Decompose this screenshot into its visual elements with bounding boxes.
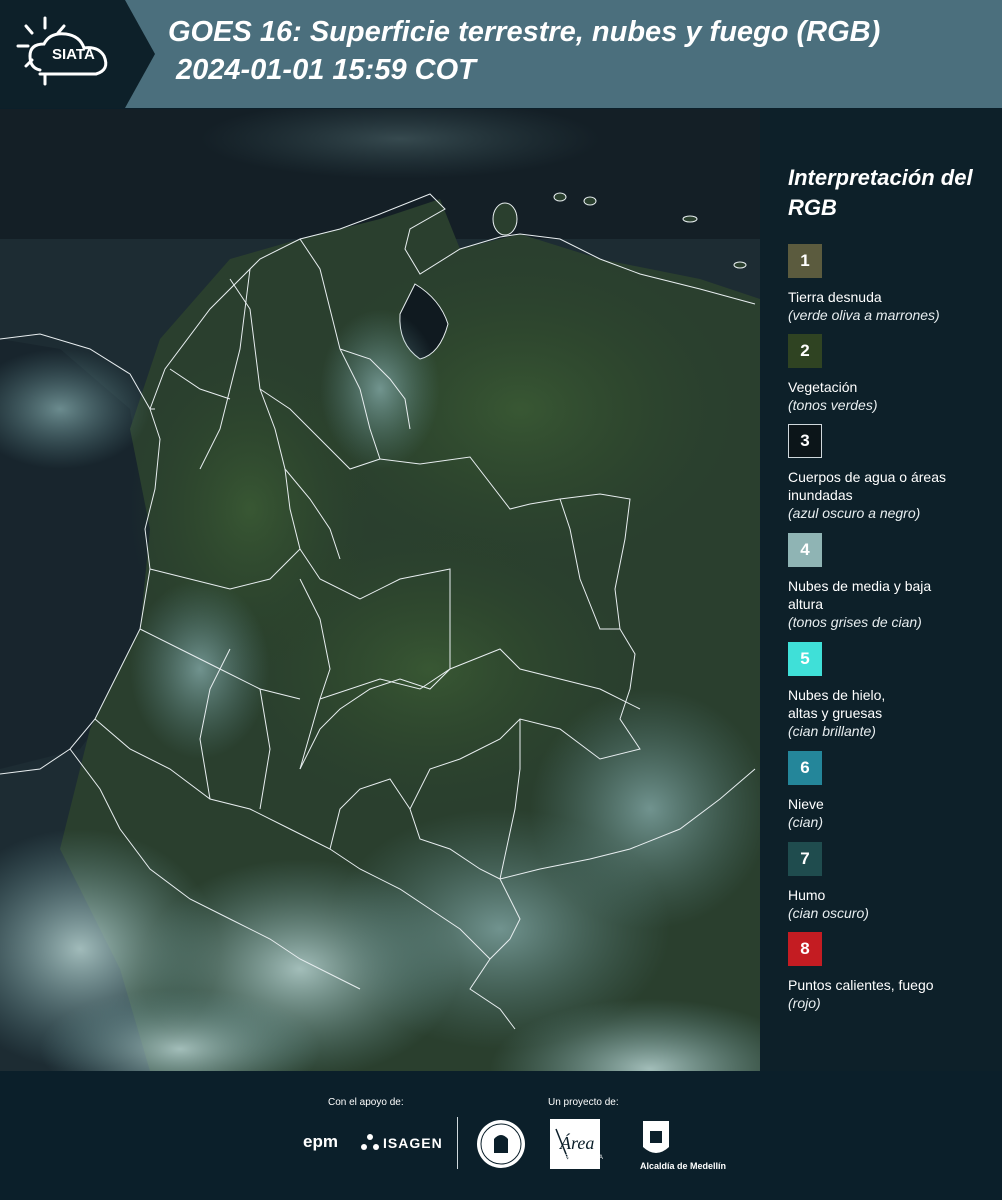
legend-swatch: 1 [788,244,822,278]
legend-item-desc: (tonos verdes) [788,397,878,413]
legend-item-label: Puntos calientes, fuego [788,977,934,993]
legend-swatch: 6 [788,751,822,785]
footer-divider [457,1117,458,1169]
alcaldia-label: Alcaldía de Medellín [640,1161,727,1171]
header-banner: SIATA GOES 16: Superficie terrestre, nub… [0,0,1002,108]
legend-item-bare-land: 1 Tierra desnuda (verde oliva a marrones… [788,244,998,324]
isagen-icon [361,1134,379,1150]
legend-item-vegetation: 2 Vegetación (tonos verdes) [788,334,998,414]
legend-item-desc: (cian) [788,814,824,830]
legend-item-label: Vegetación [788,379,858,395]
logo-text: SIATA [52,46,95,63]
support-label: Con el apoyo de: [328,1097,404,1108]
medellin-shield-icon [643,1121,669,1153]
siata-logo: SIATA [0,0,155,108]
legend-panel: Interpretación del RGB 1 Tierra desnuda … [760,109,1002,1071]
legend-item-desc: (rojo) [788,995,821,1011]
satellite-map [0,109,760,1071]
legend-item-snow: 6 Nieve (cian) [788,751,998,831]
legend-item-desc: (cian oscuro) [788,905,869,921]
legend-item-label: Nubes de media y baja altura [788,578,932,612]
legend-swatch: 3 [788,424,822,458]
area-metropolitana-logo-icon: Área [550,1119,600,1169]
legend-item-desc: (tonos grises de cian) [788,614,922,630]
epm-logo: epm [303,1132,338,1151]
legend-swatch: 5 [788,642,822,676]
legend-swatch: 7 [788,842,822,876]
page-datetime: 2024-01-01 15:59 COT [176,54,476,86]
university-seal-icon [477,1120,525,1168]
legend-item-mid-low-clouds: 4 Nubes de media y baja altura (tonos gr… [788,533,998,631]
legend-swatch: 4 [788,533,822,567]
legend-title: Interpretación del RGB [788,165,973,220]
legend-item-fire: 8 Puntos calientes, fuego (rojo) [788,932,998,1012]
legend-item-desc: (azul oscuro a negro) [788,505,921,521]
legend-item-label: Nubes de hielo, altas y gruesas [788,687,886,721]
legend-item-ice-clouds: 5 Nubes de hielo, altas y gruesas (cian … [788,642,998,740]
project-label: Un proyecto de: [548,1097,619,1108]
legend-item-desc: (verde oliva a marrones) [788,307,940,323]
legend-item-desc: (cian brillante) [788,723,876,739]
legend-item-label: Tierra desnuda [788,289,882,305]
legend-swatch: 8 [788,932,822,966]
legend-item-label: Cuerpos de agua o áreas inundadas [788,469,946,503]
legend-item-smoke: 7 Humo (cian oscuro) [788,842,998,922]
legend-item-label: Humo [788,887,826,903]
legend-swatch: 2 [788,334,822,368]
legend-item-label: Nieve [788,796,824,812]
legend-item-water: 3 Cuerpos de agua o áreas inundadas (azu… [788,424,998,522]
metropolitana-text: METROPOLITANA [552,1155,603,1161]
isagen-logo: ISAGEN [383,1135,443,1151]
page-title: GOES 16: Superficie terrestre, nubes y f… [168,16,881,48]
footer: Con el apoyo de: Un proyecto de: epm ISA… [0,1071,1002,1200]
